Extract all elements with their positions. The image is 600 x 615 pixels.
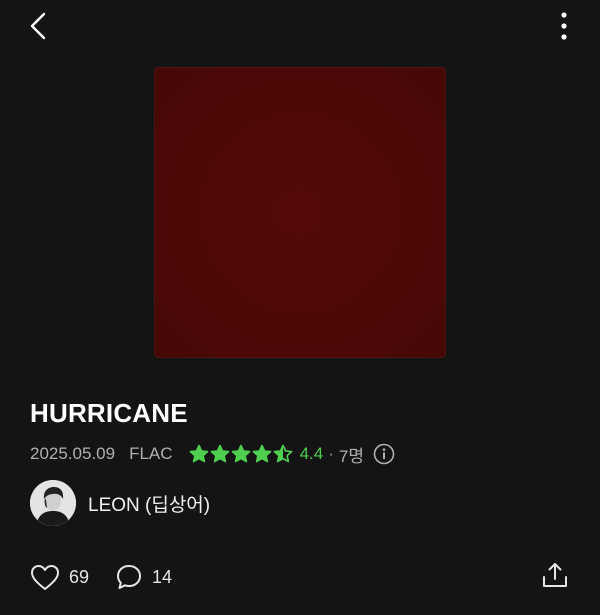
album-meta-row: 2025.05.09 FLAC 4.4 · 7명 — [30, 442, 395, 466]
like-button[interactable]: 69 — [30, 563, 89, 591]
star-full-icon — [252, 444, 271, 463]
info-icon — [373, 443, 395, 465]
share-button[interactable] — [540, 561, 570, 589]
heart-icon — [31, 564, 59, 590]
separator-dot: · — [328, 444, 334, 463]
comment-count: 14 — [152, 566, 173, 587]
reviewer-count: 7명 — [338, 446, 364, 466]
rating-value: 4.4 — [299, 444, 324, 463]
artist-link[interactable]: LEON (딥상어) — [30, 480, 210, 526]
more-vertical-icon — [561, 12, 567, 40]
album-title: HURRICANE — [30, 398, 188, 428]
chevron-left-icon — [30, 12, 46, 40]
like-count: 69 — [69, 566, 90, 587]
avatar-image — [30, 480, 76, 526]
release-date: 2025.05.09 — [30, 444, 116, 463]
artist-avatar — [30, 480, 76, 526]
audio-format: FLAC — [129, 444, 173, 463]
back-button[interactable] — [18, 8, 58, 44]
artist-name: LEON (딥상어) — [88, 494, 211, 516]
star-full-icon — [231, 444, 250, 463]
share-icon — [543, 563, 567, 587]
star-full-icon — [189, 444, 208, 463]
chat-bubble-icon — [117, 565, 141, 589]
more-options-button[interactable] — [548, 8, 580, 44]
star-full-icon — [210, 444, 229, 463]
rating-info-button[interactable] — [373, 443, 395, 465]
star-half-icon — [273, 444, 292, 463]
album-cover[interactable] — [154, 67, 446, 358]
rating-stars[interactable] — [189, 444, 294, 464]
comment-button[interactable]: 14 — [115, 563, 172, 591]
